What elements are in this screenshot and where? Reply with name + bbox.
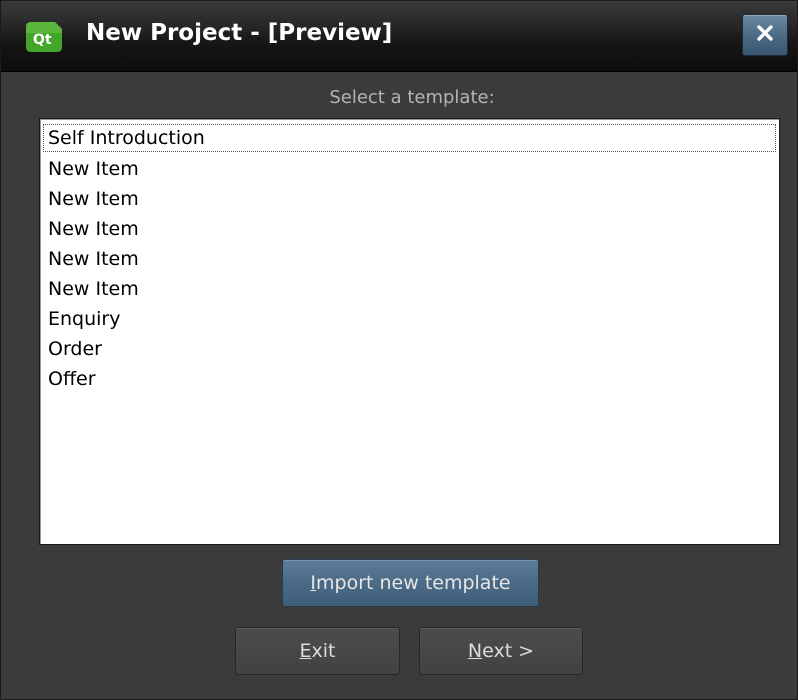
- close-button[interactable]: [742, 14, 788, 56]
- import-template-label: Import new template: [310, 572, 511, 594]
- exit-button[interactable]: Exit: [235, 627, 400, 675]
- new-project-dialog: Qt New Project - [Preview] Select a temp…: [0, 0, 798, 700]
- template-list-item[interactable]: New Item: [40, 274, 779, 304]
- next-label: Next >: [467, 640, 535, 662]
- import-template-button[interactable]: Import new template: [282, 559, 539, 607]
- template-list-item[interactable]: Offer: [40, 364, 779, 394]
- title-bar[interactable]: Qt New Project - [Preview]: [1, 1, 797, 72]
- template-list-item[interactable]: New Item: [40, 214, 779, 244]
- qt-app-icon: Qt: [25, 21, 63, 53]
- template-list-item[interactable]: New Item: [40, 154, 779, 184]
- select-template-label: Select a template:: [329, 87, 495, 108]
- template-list-item[interactable]: Enquiry: [40, 304, 779, 334]
- template-list-item[interactable]: New Item: [40, 244, 779, 274]
- exit-label: Exit: [299, 640, 336, 662]
- close-icon: [755, 23, 775, 47]
- template-list-item[interactable]: Order: [40, 334, 779, 364]
- next-button[interactable]: Next >: [419, 627, 583, 675]
- template-list-item[interactable]: Self Introduction: [43, 124, 776, 152]
- template-list[interactable]: Self Introduction New Item New Item New Ite…: [39, 118, 780, 545]
- window-title: New Project - [Preview]: [86, 20, 393, 46]
- template-list-item[interactable]: New Item: [40, 184, 779, 214]
- svg-text:Qt: Qt: [33, 32, 52, 48]
